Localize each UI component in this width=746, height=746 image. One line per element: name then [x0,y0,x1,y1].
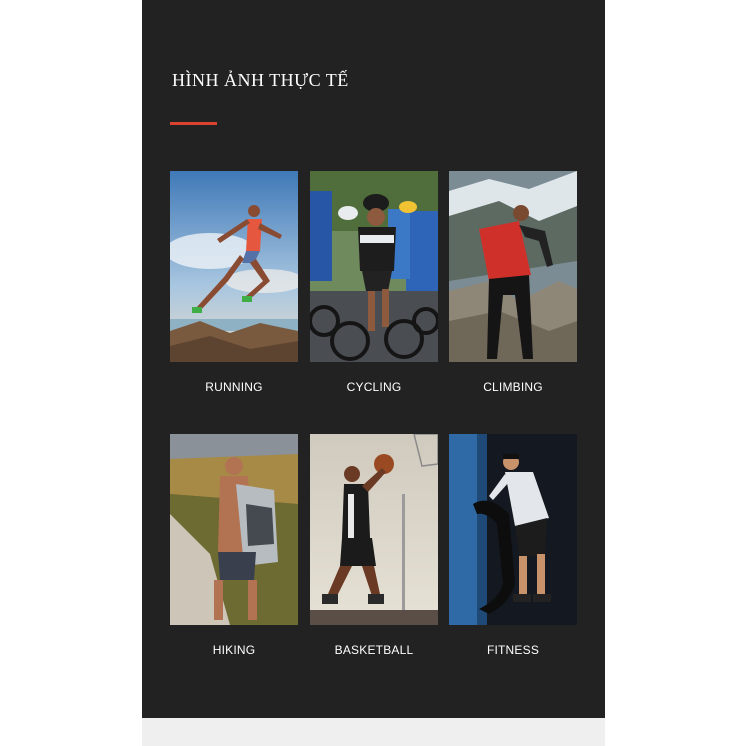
fitness-photo [449,434,577,625]
climbing-photo [449,171,577,362]
title-accent-bar [170,122,217,125]
activity-label-hiking: HIKING [212,643,256,657]
bottom-strip [142,718,605,746]
basketball-photo [310,434,438,625]
cycling-photo [310,171,438,362]
activity-label-basketball: BASKETBALL [334,643,414,657]
hiking-photo [170,434,298,625]
activity-label-cycling: CYCLING [346,380,402,394]
running-photo [170,171,298,362]
activity-label-fitness: FITNESS [486,643,540,657]
section-title: HÌNH ẢNH THỰC TẾ [172,70,349,90]
activity-label-running: RUNNING [205,380,263,394]
activity-label-climbing: CLIMBING [483,380,543,394]
